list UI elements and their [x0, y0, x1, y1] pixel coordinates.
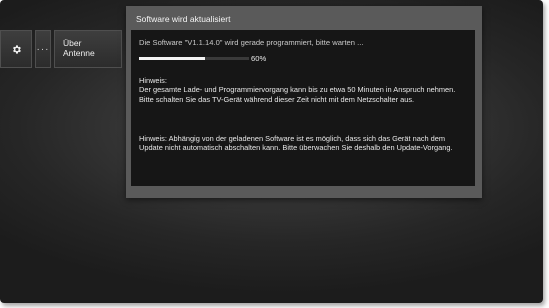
dialog-body: Die Software "V1.1.14.0" wird gerade pro… [131, 30, 475, 186]
status-text: Die Software "V1.1.14.0" wird gerade pro… [139, 38, 364, 47]
settings-menu-strip: ··· Über Antenne [0, 30, 122, 68]
tv-screen: ··· Über Antenne Software wird aktualisi… [0, 0, 543, 303]
progress-bar-fill [139, 56, 205, 60]
settings-tile[interactable] [0, 30, 32, 68]
update-dialog: Software wird aktualisiert Die Software … [126, 6, 482, 198]
hint-block-2: Hinweis: Abhängig von der geladenen Soft… [139, 134, 469, 153]
hint-text-1: Der gesamte Lade- und Programmiervorgang… [139, 85, 456, 104]
dialog-title: Software wird aktualisiert [136, 14, 231, 24]
progress-row: 60% [139, 53, 266, 63]
progress-bar [139, 56, 249, 60]
progress-percent: 60% [251, 53, 267, 63]
hint-label: Hinweis: [139, 76, 167, 85]
more-label: ··· [36, 43, 50, 55]
gear-icon [12, 44, 21, 54]
hint-block-1: Hinweis: Der gesamte Lade- und Programmi… [139, 76, 469, 104]
about-antenna-tile[interactable]: Über Antenne [54, 30, 122, 68]
more-tile[interactable]: ··· [35, 30, 51, 68]
hint-text-2: Hinweis: Abhängig von der geladenen Soft… [139, 134, 453, 153]
about-label-line2: Antenne [63, 48, 95, 58]
about-label-line1: Über [63, 38, 82, 48]
